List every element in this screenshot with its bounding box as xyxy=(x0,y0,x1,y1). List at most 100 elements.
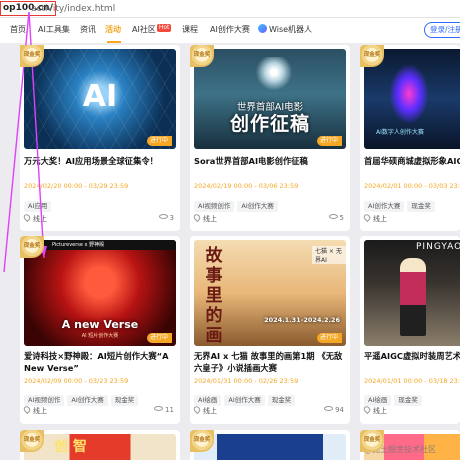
card-thumbnail[interactable]: 故事里的画 七猫 × 无界AI 2024.1.31-2024.2.26 进行中 xyxy=(194,240,346,346)
location-text: 线上 xyxy=(373,215,387,223)
thumbnail-brand-bar: Pictureverse x 野神殿 xyxy=(24,240,176,250)
location-icon xyxy=(22,212,32,223)
card-location: 线上 xyxy=(22,404,47,416)
url-path: activity/index.html xyxy=(31,4,116,14)
location-icon xyxy=(362,404,372,415)
activity-card[interactable]: 现金奖 创 智 xyxy=(20,430,180,460)
card-thumbnail[interactable]: PINGYAO xyxy=(364,240,460,346)
active-tab-indicator xyxy=(107,41,121,43)
card-date: 2024/02/09 00:00 - 03/23 23:59 xyxy=(24,377,129,385)
tag[interactable]: 现金奖 xyxy=(407,201,435,212)
status-tag: 进行中 xyxy=(146,333,172,343)
card-tags: AI绘画 现金奖 xyxy=(364,387,425,406)
thumbnail-vertical-title: 故事里的画 xyxy=(205,246,223,346)
card-tags: AI视频创作 AI创作大赛 xyxy=(194,193,281,212)
tag[interactable]: AI创作大赛 xyxy=(67,395,108,406)
card-thumbnail[interactable]: Pictureverse x 野神殿 A new Verse AI 短片创作大赛… xyxy=(24,240,176,346)
card-location: 线上 xyxy=(362,404,387,416)
thumbnail-logos: 七猫 × 无界AI xyxy=(312,246,346,264)
card-date: 2024/02/20 00:00 - 03/29 23:59 xyxy=(24,182,129,190)
nav-item-news[interactable]: 资讯 xyxy=(80,18,96,44)
card-tags: AI视频创作 AI创作大赛 现金奖 xyxy=(24,387,141,406)
card-location: 线上 xyxy=(22,212,47,224)
card-thumbnail[interactable] xyxy=(194,434,346,460)
card-views: 3 xyxy=(158,214,174,222)
card-thumbnail[interactable]: 世界首部AI电影 创作征稿 进行中 xyxy=(194,49,346,149)
thumbnail-title: 创作征稿 xyxy=(229,113,310,135)
card-views: 11 xyxy=(154,406,174,414)
tag[interactable]: AI视频创作 xyxy=(194,201,235,212)
card-date: 2024/01/01 00:00 - 03/18 23:59 xyxy=(364,377,460,385)
eye-icon xyxy=(154,406,164,411)
robot-figure xyxy=(254,57,294,95)
activity-card[interactable]: 故事里的画 七猫 × 无界AI 2024.1.31-2024.2.26 进行中 … xyxy=(190,236,350,424)
eye-icon xyxy=(158,214,168,219)
nav-item-ai-tools[interactable]: AI工具集 xyxy=(38,18,70,44)
card-thumbnail[interactable]: 创 智 xyxy=(24,434,176,460)
nav-item-wise-bot-label: Wise机器人 xyxy=(269,25,313,34)
nav-item-ai-contest[interactable]: AI创作大赛 xyxy=(210,18,250,44)
tag[interactable]: 现金奖 xyxy=(110,395,139,406)
card-title[interactable]: 首届华硕商城虚拟形象AIGC xyxy=(364,155,460,167)
location-text: 线上 xyxy=(373,407,387,415)
wise-robot-icon xyxy=(258,24,267,33)
tag[interactable]: 现金奖 xyxy=(267,395,296,406)
thumbnail-date: 2024.1.31-2024.2.26 xyxy=(264,316,340,324)
tag[interactable]: AI视频创作 xyxy=(24,395,65,406)
views-count: 5 xyxy=(339,214,344,222)
address-bar[interactable]: op100.cn/ activity/index.html xyxy=(0,0,460,18)
activity-card[interactable]: 现金奖 xyxy=(190,430,350,460)
card-title[interactable]: 平遥AIGC虚拟时装周艺术大 xyxy=(364,350,460,362)
nav-item-wise-bot[interactable]: Wise机器人 xyxy=(258,18,312,44)
thumbnail-text: AI xyxy=(82,79,118,114)
location-text: 线上 xyxy=(203,215,217,223)
tag[interactable]: AI创作大赛 xyxy=(224,395,265,406)
card-title[interactable]: 无界AI x 七猫 故事里的画第1期 《无敌六皇子》小说插画大赛 xyxy=(194,350,346,374)
nav-item-ai-community-label: AI社区 xyxy=(132,25,156,34)
card-tags: AI应用 xyxy=(24,193,54,212)
location-icon xyxy=(192,212,202,223)
eye-icon xyxy=(328,214,338,219)
thumbnail-text: AI数字人创作大赛 xyxy=(376,129,424,136)
activity-card[interactable]: PINGYAO 平遥AIGC虚拟时装周艺术大 2024/01/01 00:00 … xyxy=(360,236,460,424)
card-tags: AI绘画 AI创作大赛 现金奖 xyxy=(194,387,298,406)
card-views: 5 xyxy=(328,214,344,222)
card-thumbnail[interactable]: AI 进行中 xyxy=(24,49,176,149)
card-title[interactable]: Sora世界首部AI电影创作征稿 xyxy=(194,155,346,167)
login-button[interactable]: 登录/注册 xyxy=(424,22,460,38)
status-tag: 进行中 xyxy=(316,136,342,146)
views-count: 94 xyxy=(335,406,344,414)
hot-badge: Hot xyxy=(156,24,172,32)
activity-card[interactable]: 现金奖 世界首部AI电影 创作征稿 进行中 Sora世界首部AI电影创作征稿 2… xyxy=(190,45,350,231)
tag[interactable]: AI绘画 xyxy=(194,395,222,406)
card-location: 线上 xyxy=(192,212,217,224)
views-count: 3 xyxy=(169,214,174,222)
tag[interactable]: AI创作大赛 xyxy=(237,201,278,212)
thumbnail-text: 创 智 xyxy=(54,439,87,455)
card-date: 2024/01/31 00:00 - 02/26 23:59 xyxy=(194,377,299,385)
card-location: 线上 xyxy=(362,212,387,224)
tag[interactable]: AI应用 xyxy=(24,201,52,212)
location-text: 线上 xyxy=(203,407,217,415)
nav-item-home[interactable]: 首页 xyxy=(10,18,26,44)
tag[interactable]: AI绘画 xyxy=(364,395,392,406)
activity-card[interactable]: AI 进行中 万元大奖！AI应用场景全球征集令！ 2024/02/20 00:0… xyxy=(20,45,180,231)
card-views: 94 xyxy=(324,406,344,414)
card-tags: AI创作大赛 现金奖 xyxy=(364,193,438,212)
eye-icon xyxy=(324,406,334,411)
status-tag: 进行中 xyxy=(146,136,172,146)
tag[interactable]: AI创作大赛 xyxy=(364,201,405,212)
card-title[interactable]: 爱诗科技×野神殿：AI短片创作大赛“A New Verse” xyxy=(24,350,176,374)
model-figure xyxy=(400,258,426,336)
top-nav: 首页 AI工具集 资讯 活动 AI社区 Hot 课程 AI创作大赛 Wise机器人… xyxy=(0,18,460,44)
activity-card[interactable]: 现金奖 Pictureverse x 野神殿 A new Verse AI 短片… xyxy=(20,236,180,424)
location-text: 线上 xyxy=(33,407,47,415)
card-date: 2024/02/01 00:00 - 03/03 23:59 xyxy=(364,182,460,190)
tag[interactable]: 现金奖 xyxy=(394,395,422,406)
card-title[interactable]: 万元大奖！AI应用场景全球征集令！ xyxy=(24,155,176,167)
nav-item-courses[interactable]: 课程 xyxy=(182,18,198,44)
thumbnail-title: A new Verse xyxy=(61,318,139,331)
nav-item-ai-community[interactable]: AI社区 Hot xyxy=(132,18,172,44)
activity-card[interactable]: 现金奖 AI数字人创作大赛 首届华硕商城虚拟形象AIGC 2024/02/01 … xyxy=(360,45,460,231)
location-icon xyxy=(192,404,202,415)
